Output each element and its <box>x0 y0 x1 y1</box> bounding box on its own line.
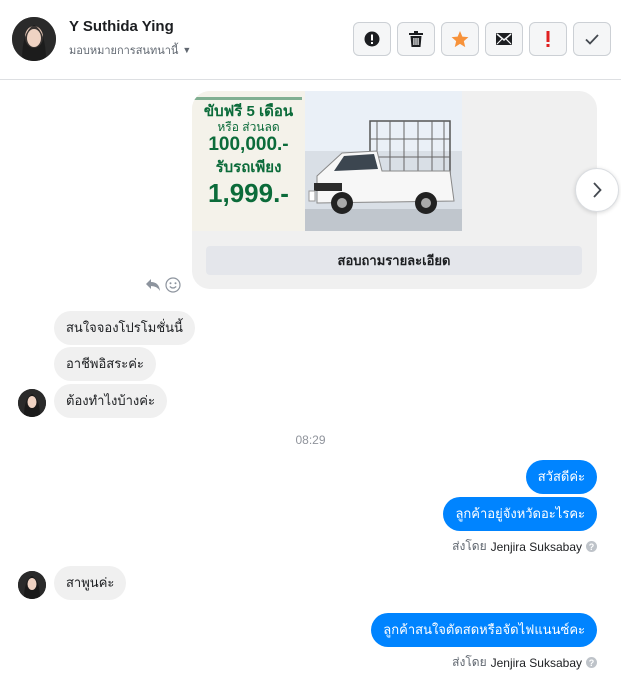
mark-done-button[interactable] <box>573 22 611 56</box>
mark-spam-button[interactable] <box>353 22 391 56</box>
outgoing-message[interactable]: ลูกค้าสนใจตัดสดหรือจัดไฟแนนซ์คะ <box>371 613 597 647</box>
outgoing-message[interactable]: สวัสดีค่ะ <box>525 460 597 494</box>
reply-icon[interactable] <box>145 278 161 292</box>
caret-down-icon: ▼ <box>182 45 192 55</box>
help-icon[interactable]: ? <box>586 541 597 552</box>
chevron-right-icon <box>593 182 602 198</box>
sent-by-label: ส่งโดย Jenjira Suksabay ? <box>452 653 597 672</box>
incoming-message[interactable]: ต้องทำไงบ้างค่ะ <box>54 384 167 418</box>
promo-card: ขับฟรี 5 เดือน หรือ ส่วนลด 100,000.- รับ… <box>192 91 597 289</box>
mark-unread-button[interactable] <box>485 22 523 56</box>
ad-headline-1: ขับฟรี 5 เดือน <box>203 103 294 120</box>
contact-avatar[interactable] <box>12 17 56 61</box>
inquire-details-button[interactable]: สอบถามรายละเอียด <box>206 246 582 275</box>
ad-price-2: 1,999.- <box>208 178 289 208</box>
sent-by-prefix: ส่งโดย <box>452 655 487 669</box>
sent-by-label: ส่งโดย Jenjira Suksabay ? <box>452 537 597 556</box>
help-icon[interactable]: ? <box>586 657 597 668</box>
message-timestamp: 08:29 <box>295 433 326 447</box>
ad-price-1: 100,000.- <box>208 134 289 155</box>
carousel-next-button[interactable] <box>575 168 619 212</box>
header-actions <box>353 22 611 56</box>
envelope-icon <box>496 33 512 45</box>
emoji-react-icon[interactable] <box>165 277 181 293</box>
alert-circle-icon <box>364 31 380 47</box>
incoming-message[interactable]: สนใจจองโปรโมชั่นนี้ <box>54 311 195 345</box>
exclamation-icon <box>546 31 550 47</box>
promo-image[interactable]: ขับฟรี 5 เดือน หรือ ส่วนลด 100,000.- รับ… <box>192 91 462 231</box>
delete-button[interactable] <box>397 22 435 56</box>
checkmark-icon <box>585 33 599 45</box>
star-button[interactable] <box>441 22 479 56</box>
ad-headline-2: หรือ ส่วนลด <box>217 120 280 134</box>
conversation-thread: ขับฟรี 5 เดือน หรือ ส่วนลด 100,000.- รับ… <box>0 81 621 686</box>
sent-by-prefix: ส่งโดย <box>452 539 487 553</box>
contact-avatar-small <box>18 571 46 599</box>
ad-headline-3: รับรถเพียง <box>215 159 282 176</box>
star-icon <box>451 30 469 47</box>
contact-avatar-small <box>18 389 46 417</box>
contact-name: Y Suthida Ying <box>69 18 174 35</box>
sent-by-name: Jenjira Suksabay <box>490 539 582 554</box>
trash-icon <box>409 31 423 47</box>
conversation-header: Y Suthida Ying มอบหมายการสนทนานี้ ▼ <box>0 0 621 80</box>
incoming-message[interactable]: สาพูนค่ะ <box>54 566 127 600</box>
message-actions <box>145 277 181 293</box>
assign-conversation-dropdown[interactable]: มอบหมายการสนทนานี้ ▼ <box>69 41 191 59</box>
sent-by-name: Jenjira Suksabay <box>490 655 582 670</box>
assign-label: มอบหมายการสนทนานี้ <box>69 45 179 57</box>
outgoing-message[interactable]: ลูกค้าอยู่จังหวัดอะไรคะ <box>443 497 597 531</box>
flag-button[interactable] <box>529 22 567 56</box>
incoming-message[interactable]: อาชีพอิสระค่ะ <box>54 347 156 381</box>
